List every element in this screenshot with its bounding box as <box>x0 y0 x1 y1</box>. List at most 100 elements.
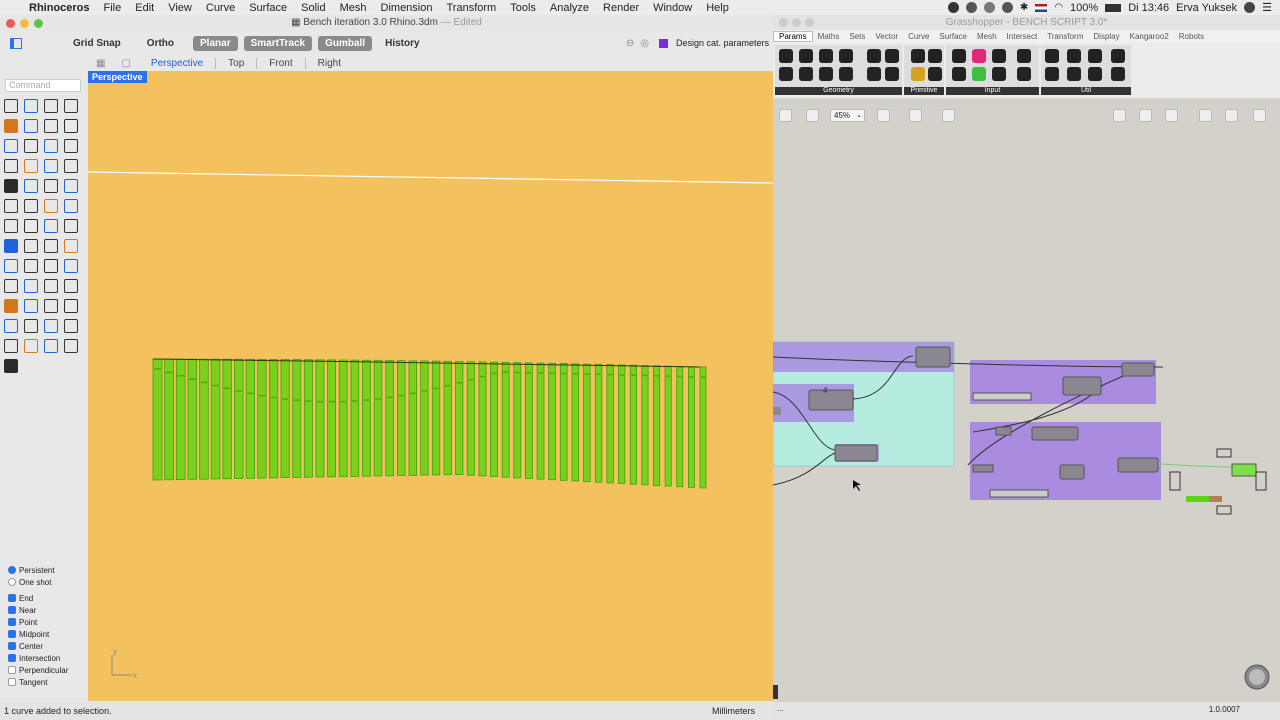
bluetooth-icon[interactable]: ✱ <box>1020 2 1028 13</box>
osnap-persistent[interactable]: Persistent <box>8 564 86 576</box>
component-icon[interactable] <box>1045 49 1059 63</box>
layer-color-swatch[interactable] <box>658 38 668 48</box>
osnap-center[interactable]: Center <box>8 640 86 652</box>
tool-icon[interactable] <box>44 179 58 193</box>
component-icon[interactable] <box>911 67 925 81</box>
gh-tab-display[interactable]: Display <box>1088 32 1124 41</box>
record-icon[interactable] <box>947 2 959 13</box>
component-icon[interactable] <box>1088 49 1102 63</box>
gh-close-button[interactable] <box>779 18 788 27</box>
battery-icon[interactable] <box>1105 3 1122 12</box>
bench-slat[interactable] <box>210 358 221 480</box>
tool-icon[interactable] <box>24 139 38 153</box>
menu-transform[interactable]: Transform <box>439 2 503 14</box>
tool-icon[interactable] <box>64 239 78 253</box>
tool-icon[interactable] <box>64 159 78 173</box>
gh-tab-surface[interactable]: Surface <box>934 32 972 41</box>
component-icon[interactable] <box>1045 67 1059 81</box>
app-tray-icon[interactable] <box>965 2 977 13</box>
component-icon[interactable] <box>1111 67 1125 81</box>
user-name[interactable]: Erva Yuksek <box>1176 2 1237 14</box>
bench-geometry[interactable] <box>152 358 707 489</box>
component-icon[interactable] <box>911 49 925 63</box>
tool-icon[interactable] <box>44 219 58 233</box>
app-tray-icon[interactable] <box>983 2 995 13</box>
tool-icon[interactable] <box>44 279 58 293</box>
gh-tab-intersect[interactable]: Intersect <box>1002 32 1043 41</box>
gh-tab-maths[interactable]: Maths <box>813 32 845 41</box>
menu-analyze[interactable]: Analyze <box>543 2 596 14</box>
bench-slat[interactable] <box>362 359 371 477</box>
component-icon[interactable] <box>1067 67 1081 81</box>
tool-icon[interactable] <box>24 319 38 333</box>
gh-tab-transform[interactable]: Transform <box>1042 32 1088 41</box>
gh-component[interactable] <box>972 464 994 473</box>
component-icon[interactable] <box>779 67 793 81</box>
component-icon[interactable] <box>867 49 881 63</box>
gh-tab-kangaroo2[interactable]: Kangaroo2 <box>1125 32 1174 41</box>
shaded-preview-icon[interactable] <box>1225 109 1238 122</box>
component-icon[interactable] <box>952 49 966 63</box>
bench-slat[interactable] <box>431 360 441 476</box>
bench-slat[interactable] <box>327 359 337 478</box>
bench-slat[interactable] <box>653 365 661 486</box>
bench-slat[interactable] <box>524 362 533 479</box>
component-icon[interactable] <box>928 49 942 63</box>
component-icon[interactable] <box>928 67 942 81</box>
osnap-point[interactable]: Point <box>8 616 86 628</box>
wifi-icon[interactable]: ◠ <box>1054 2 1063 13</box>
bench-slat[interactable] <box>373 359 383 477</box>
component-icon[interactable] <box>885 49 899 63</box>
component-icon[interactable] <box>1067 49 1081 63</box>
bench-slat[interactable] <box>303 359 313 478</box>
gh-component[interactable] <box>773 407 781 415</box>
gh-tab-mesh[interactable]: Mesh <box>972 32 1002 41</box>
bench-slat[interactable] <box>548 362 556 481</box>
zoom-field[interactable]: 45% ⌄ <box>830 109 865 122</box>
tool-icon[interactable] <box>64 339 78 353</box>
bench-slat[interactable] <box>199 358 209 480</box>
bench-slat[interactable] <box>315 359 325 478</box>
osnap-intersection[interactable]: Intersection <box>8 652 86 664</box>
menu-tools[interactable]: Tools <box>503 2 543 14</box>
menu-solid[interactable]: Solid <box>294 2 332 14</box>
component-icon[interactable] <box>839 49 853 63</box>
bench-slat[interactable] <box>268 359 279 479</box>
grid-snap-toggle[interactable]: Grid Snap <box>66 36 128 51</box>
gh-component[interactable] <box>1031 426 1079 441</box>
component-icon[interactable] <box>779 49 793 63</box>
tool-icon[interactable] <box>4 239 18 253</box>
bench-slat[interactable] <box>234 358 244 479</box>
single-view-icon[interactable]: ▢ <box>113 58 138 69</box>
bench-slat[interactable] <box>559 363 568 481</box>
menu-dimension[interactable]: Dimension <box>374 2 440 14</box>
bench-slat[interactable] <box>385 360 394 477</box>
gh-component[interactable] <box>808 389 854 411</box>
bench-slat[interactable] <box>583 363 591 483</box>
tool-icon[interactable] <box>44 119 58 133</box>
zoom-window-button[interactable] <box>34 19 43 28</box>
units-label[interactable]: Millimeters <box>712 706 755 716</box>
menu-window[interactable]: Window <box>646 2 699 14</box>
tool-icon[interactable] <box>64 319 78 333</box>
bench-slat[interactable] <box>594 363 603 483</box>
component-icon[interactable] <box>799 67 813 81</box>
tool-icon[interactable] <box>64 139 78 153</box>
solver-icon[interactable] <box>1165 109 1178 122</box>
component-icon[interactable] <box>885 67 899 81</box>
tool-icon[interactable] <box>4 319 18 333</box>
bench-slat[interactable] <box>618 364 626 484</box>
menu-edit[interactable]: Edit <box>128 2 161 14</box>
bench-slat[interactable] <box>443 360 452 476</box>
tool-icon[interactable] <box>4 159 18 173</box>
tool-icon[interactable] <box>64 119 78 133</box>
bench-slat[interactable] <box>222 358 232 480</box>
tool-icon[interactable] <box>24 99 38 113</box>
component-icon[interactable] <box>1088 67 1102 81</box>
menu-render[interactable]: Render <box>596 2 646 14</box>
bench-slat[interactable] <box>164 358 174 481</box>
user-icon[interactable] <box>1244 2 1256 13</box>
tool-icon[interactable] <box>4 139 18 153</box>
tool-icon[interactable] <box>4 279 18 293</box>
gh-tab-robots[interactable]: Robots <box>1174 32 1209 41</box>
